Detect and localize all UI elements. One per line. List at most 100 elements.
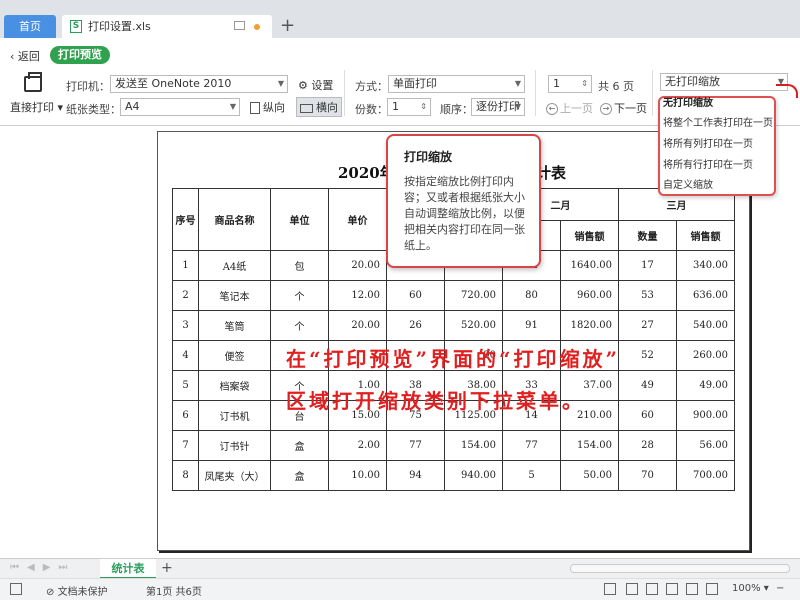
table-cell-name: 笔记本 — [198, 280, 271, 311]
dropdown-item-fit-sheet[interactable]: 将整个工作表打印在一页 — [663, 116, 773, 132]
table-cell-q2: 5 — [502, 460, 561, 491]
stepper-arrows-icon: ⇕ — [581, 79, 588, 88]
table-cell-name: 凤尾夹（大） — [198, 460, 271, 491]
sheet-nav-arrows-icon[interactable]: ⏮◀▶⏭ — [10, 562, 75, 573]
dropdown-item-fit-rows[interactable]: 将所有行打印在一页 — [663, 158, 773, 174]
portrait-label: 纵向 — [263, 101, 285, 114]
table-cell-s3: 700.00 — [676, 460, 735, 491]
dropdown-arrow-icon: ▾ — [760, 583, 769, 594]
annotation-arrow — [776, 84, 798, 98]
table-cell-s2: 1820.00 — [560, 310, 619, 341]
table-cell-no: 3 — [172, 310, 199, 341]
table-cell-s2: 50.00 — [560, 460, 619, 491]
table-cell-no: 1 — [172, 250, 199, 281]
print-scale-dropdown: 无打印缩放 将整个工作表打印在一页 将所有列打印在一页 将所有行打印在一页 自定… — [658, 96, 776, 196]
table-cell-s3: 56.00 — [676, 430, 735, 461]
order-label: 顺序： — [440, 103, 473, 116]
table-cell-q3: 28 — [618, 430, 677, 461]
add-sheet-plus-icon[interactable]: + — [161, 560, 173, 576]
header-mar-qty: 数量 — [618, 220, 677, 251]
gear-icon: ⚙ — [298, 79, 312, 92]
next-page-button[interactable]: → 下一页 — [600, 100, 647, 116]
normal-view-icon[interactable] — [626, 583, 638, 595]
tab-file[interactable]: S 打印设置.xls — [62, 15, 272, 38]
dropdown-item-fit-columns[interactable]: 将所有列打印在一页 — [663, 137, 773, 153]
toolbar-divider — [652, 70, 653, 116]
zoom-out-button[interactable]: − — [776, 583, 784, 594]
chevron-down-icon: ▼ — [514, 79, 521, 88]
monitor-icon[interactable] — [234, 21, 245, 30]
table-cell-s3: 340.00 — [676, 250, 735, 281]
dropdown-item-custom[interactable]: 自定义缩放 — [663, 178, 773, 194]
reading-view-icon[interactable] — [686, 583, 698, 595]
protection-status[interactable]: ⊘ 文档未保护 — [46, 583, 108, 598]
copies-stepper[interactable]: 1 ⇕ — [387, 98, 431, 116]
table-cell-q3: 52 — [618, 340, 677, 371]
annotation-line-1: 在“打印预览”界面的“打印缩放” — [286, 347, 621, 371]
page-break-icon[interactable] — [666, 583, 678, 595]
sheet-tab-stats[interactable]: 统计表 — [100, 559, 156, 579]
table-row: 2 笔记本个 12.00 60 720.00 80 960.00 53 636.00 — [172, 280, 735, 311]
printer-icon[interactable] — [24, 72, 42, 92]
back-button[interactable]: ‹ 返回 — [10, 48, 40, 64]
paper-type-select[interactable]: A4 ▼ — [120, 98, 240, 116]
chevron-down-icon: ▼ — [277, 79, 284, 88]
arrow-left-icon: ← — [546, 103, 558, 115]
tab-home[interactable]: 首页 — [4, 15, 56, 38]
table-row: 3 笔筒个 20.00 26 520.00 91 1820.00 27 540.00 — [172, 310, 735, 341]
portrait-button[interactable]: 纵向 — [250, 99, 285, 115]
print-mode-select[interactable]: 单面打印 ▼ — [388, 75, 525, 93]
table-cell-unit: 个 — [270, 310, 329, 341]
table-cell-unit: 包 — [270, 250, 329, 281]
printer-label: 打印机： — [66, 80, 110, 93]
landscape-icon — [300, 103, 313, 113]
table-cell-s1: 720.00 — [444, 280, 503, 311]
layout-icon[interactable] — [10, 583, 22, 595]
page-layout-icon[interactable] — [646, 583, 658, 595]
table-cell-price: 10.00 — [328, 460, 387, 491]
fit-icon[interactable] — [604, 583, 616, 595]
table-cell-s3: 260.00 — [676, 340, 735, 371]
page-number-stepper[interactable]: 1 ⇕ — [548, 75, 592, 93]
table-cell-name: 笔筒 — [198, 310, 271, 341]
next-page-label: 下一页 — [614, 102, 647, 115]
table-cell-price: 2.00 — [328, 430, 387, 461]
header-feb-sales: 销售额 — [560, 220, 619, 251]
table-cell-s3: 540.00 — [676, 310, 735, 341]
copies-label: 份数： — [355, 103, 388, 116]
table-cell-unit: 盒 — [270, 430, 329, 461]
prev-page-button[interactable]: ← 上一页 — [546, 100, 593, 116]
portrait-icon — [250, 102, 260, 114]
table-cell-s1: 940.00 — [444, 460, 503, 491]
table-cell-s1: 520.00 — [444, 310, 503, 341]
zoom-level[interactable]: 100% ▾ — [732, 583, 769, 594]
eye-icon[interactable] — [706, 583, 718, 595]
landscape-button[interactable]: 横向 — [296, 97, 342, 117]
table-cell-q1: 77 — [386, 430, 445, 461]
printer-value: 发送至 OneNote 2010 — [115, 77, 232, 90]
table-cell-no: 7 — [172, 430, 199, 461]
table-cell-s1: 154.00 — [444, 430, 503, 461]
mode-label: 方式： — [355, 80, 388, 93]
header-mar-sales: 销售额 — [676, 220, 735, 251]
printer-select[interactable]: 发送至 OneNote 2010 ▼ — [110, 75, 288, 93]
protection-label: 文档未保护 — [57, 587, 108, 598]
print-scale-select[interactable]: 无打印缩放 ▼ — [660, 73, 788, 91]
page-info: 第1页 共6页 — [146, 587, 202, 598]
table-cell-q3: 53 — [618, 280, 677, 311]
direct-print-button[interactable]: 直接打印 ▾ — [10, 99, 63, 115]
table-cell-s3: 636.00 — [676, 280, 735, 311]
print-order-select[interactable]: 逐份打印 ▼ — [471, 98, 525, 116]
table-cell-s3: 900.00 — [676, 400, 735, 431]
table-row: 8 凤尾夹（大）盒 10.00 94 940.00 5 50.00 70 700.00 — [172, 460, 735, 491]
prev-page-label: 上一页 — [560, 102, 593, 115]
dropdown-arrow-icon: ▾ — [54, 101, 64, 114]
spreadsheet-icon: S — [70, 20, 82, 33]
printer-settings-button[interactable]: ⚙ 设置 — [298, 77, 333, 93]
dropdown-item-no-scale[interactable]: 无打印缩放 — [663, 96, 773, 112]
table-cell-s2: 154.00 — [560, 430, 619, 461]
new-tab-plus-icon[interactable]: + — [280, 16, 295, 36]
chevron-left-icon: ‹ — [10, 50, 18, 63]
unsaved-dot-icon — [254, 24, 260, 30]
horizontal-scrollbar[interactable] — [570, 564, 790, 573]
